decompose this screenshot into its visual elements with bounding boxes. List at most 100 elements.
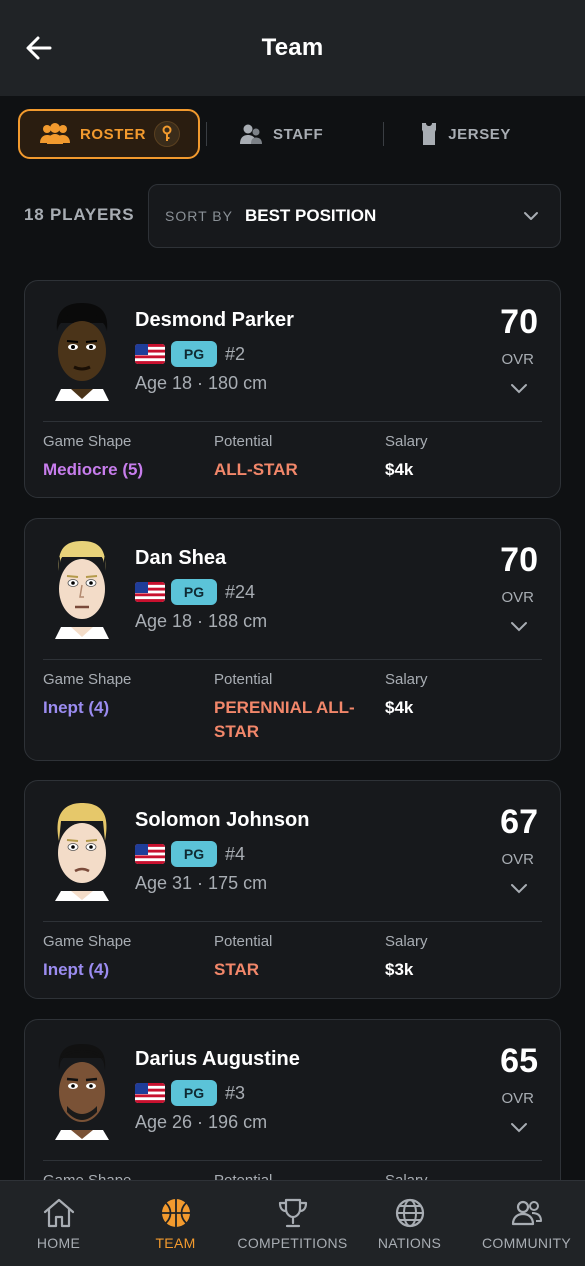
stat-label: Game Shape [43, 933, 132, 950]
tab-staff[interactable]: STAFF [239, 122, 323, 146]
chevron-down-icon[interactable] [510, 381, 528, 395]
salary-value: $4k [385, 698, 414, 717]
jersey-number: #3 [225, 1082, 246, 1103]
page-title: Team [261, 34, 324, 61]
age-height: Age 18 · 188 cm [135, 611, 268, 631]
player-card[interactable]: Dan Shea PG #24 Age 18 · 188 cm 70 OVR G… [24, 518, 561, 761]
nav-home[interactable]: HOME [0, 1181, 117, 1266]
tab-jersey[interactable]: JERSEY [420, 122, 511, 146]
game-shape-stat: Game Shape Inept (4) [43, 671, 131, 720]
ovr-label: OVR [501, 589, 534, 606]
position-badge: PG [171, 1080, 217, 1106]
stat-label: Potential [214, 933, 273, 950]
stat-label: Salary [385, 933, 428, 950]
player-name: Dan Shea [135, 547, 227, 569]
player-meta: PG #24 [135, 579, 255, 605]
nav-competitions-label: COMPETITIONS [237, 1234, 348, 1251]
jersey-number: #2 [225, 343, 246, 364]
jersey-number: #4 [225, 843, 246, 864]
stat-label: Game Shape [43, 671, 132, 688]
nav-team[interactable]: TEAM [117, 1181, 234, 1266]
trophy-icon [278, 1198, 307, 1227]
us-flag-icon [135, 344, 165, 364]
us-flag-icon [135, 1083, 165, 1103]
ovr-value: 70 [500, 303, 538, 341]
ovr-value: 70 [500, 541, 538, 579]
player-card[interactable]: Desmond Parker PG #2 Age 18 · 180 cm 70 … [24, 280, 561, 498]
sort-label: SORT BY [165, 208, 233, 224]
staff-icon [240, 124, 262, 144]
chevron-down-icon [524, 212, 538, 220]
player-avatar [47, 539, 117, 639]
potential-value: PERENNIAL ALL-STAR [214, 698, 355, 741]
us-flag-icon [135, 582, 165, 602]
salary-stat: Salary $4k [385, 671, 428, 720]
position-badge: PG [171, 841, 217, 867]
tab-jersey-label: JERSEY [448, 125, 512, 143]
player-card[interactable]: Solomon Johnson PG #4 Age 31 · 175 cm 67… [24, 780, 561, 999]
player-avatar [47, 801, 117, 901]
stat-label: Game Shape [43, 433, 132, 450]
nav-home-label: HOME [36, 1234, 81, 1251]
ovr-label: OVR [501, 1090, 534, 1107]
divider [43, 921, 542, 922]
salary-stat: Salary $4k [385, 433, 428, 482]
salary-value: $3k [385, 960, 414, 979]
ovr-value: 67 [500, 803, 538, 841]
player-meta: PG #3 [135, 1080, 245, 1106]
stat-label: Salary [385, 671, 428, 688]
nav-nations-label: NATIONS [377, 1234, 442, 1251]
top-bar: Team [0, 0, 585, 96]
potential-stat: Potential ALL-STAR [214, 433, 374, 482]
chevron-down-icon[interactable] [510, 619, 528, 633]
salary-value: $4k [385, 460, 414, 479]
jersey-icon [422, 123, 437, 145]
game-shape-value: Inept (4) [43, 960, 110, 979]
chevron-down-icon[interactable] [510, 881, 528, 895]
sort-value: BEST POSITION [244, 206, 377, 225]
key-icon [162, 125, 172, 141]
game-shape-value: Mediocre (5) [43, 460, 144, 479]
stat-label: Potential [214, 671, 273, 688]
nav-community-label: COMMUNITY [481, 1234, 572, 1251]
globe-icon [395, 1198, 424, 1227]
potential-value: ALL-STAR [214, 460, 298, 479]
game-shape-value: Inept (4) [43, 698, 110, 717]
chevron-down-icon[interactable] [510, 1120, 528, 1134]
jersey-number: #24 [225, 581, 256, 602]
nav-competitions[interactable]: COMPETITIONS [234, 1181, 351, 1266]
sort-dropdown[interactable]: SORT BY BEST POSITION [148, 184, 561, 248]
player-name: Solomon Johnson [135, 809, 310, 831]
tab-roster[interactable]: ROSTER [18, 109, 200, 159]
potential-stat: Potential PERENNIAL ALL-STAR [214, 671, 374, 744]
tab-divider [383, 122, 385, 146]
bottom-nav: HOME TEAM COMPETITIONS NATIONS COMMUNITY [0, 1180, 585, 1266]
player-avatar [47, 1040, 117, 1140]
nav-nations[interactable]: NATIONS [351, 1181, 468, 1266]
tab-staff-label: STAFF [273, 125, 324, 143]
ovr-label: OVR [501, 851, 534, 868]
divider [43, 1160, 542, 1161]
divider [43, 659, 542, 660]
potential-stat: Potential STAR [214, 933, 374, 982]
player-name: Darius Augustine [135, 1048, 300, 1070]
stat-label: Salary [385, 433, 428, 450]
back-button[interactable] [22, 30, 56, 66]
salary-stat: Salary $3k [385, 933, 428, 982]
player-avatar [47, 301, 117, 401]
players-count: 18 PLAYERS [24, 205, 135, 224]
group-icon [39, 123, 70, 144]
people-icon [511, 1200, 542, 1225]
age-height: Age 26 · 196 cm [135, 1112, 268, 1132]
position-badge: PG [171, 579, 217, 605]
player-meta: PG #4 [135, 841, 245, 867]
basketball-icon [161, 1198, 190, 1227]
ovr-value: 65 [500, 1042, 538, 1080]
potential-value: STAR [214, 960, 260, 979]
us-flag-icon [135, 844, 165, 864]
key-badge [154, 121, 181, 147]
stat-label: Potential [214, 433, 273, 450]
nav-community[interactable]: COMMUNITY [468, 1181, 585, 1266]
game-shape-stat: Game Shape Mediocre (5) [43, 433, 143, 482]
home-icon [43, 1198, 74, 1227]
